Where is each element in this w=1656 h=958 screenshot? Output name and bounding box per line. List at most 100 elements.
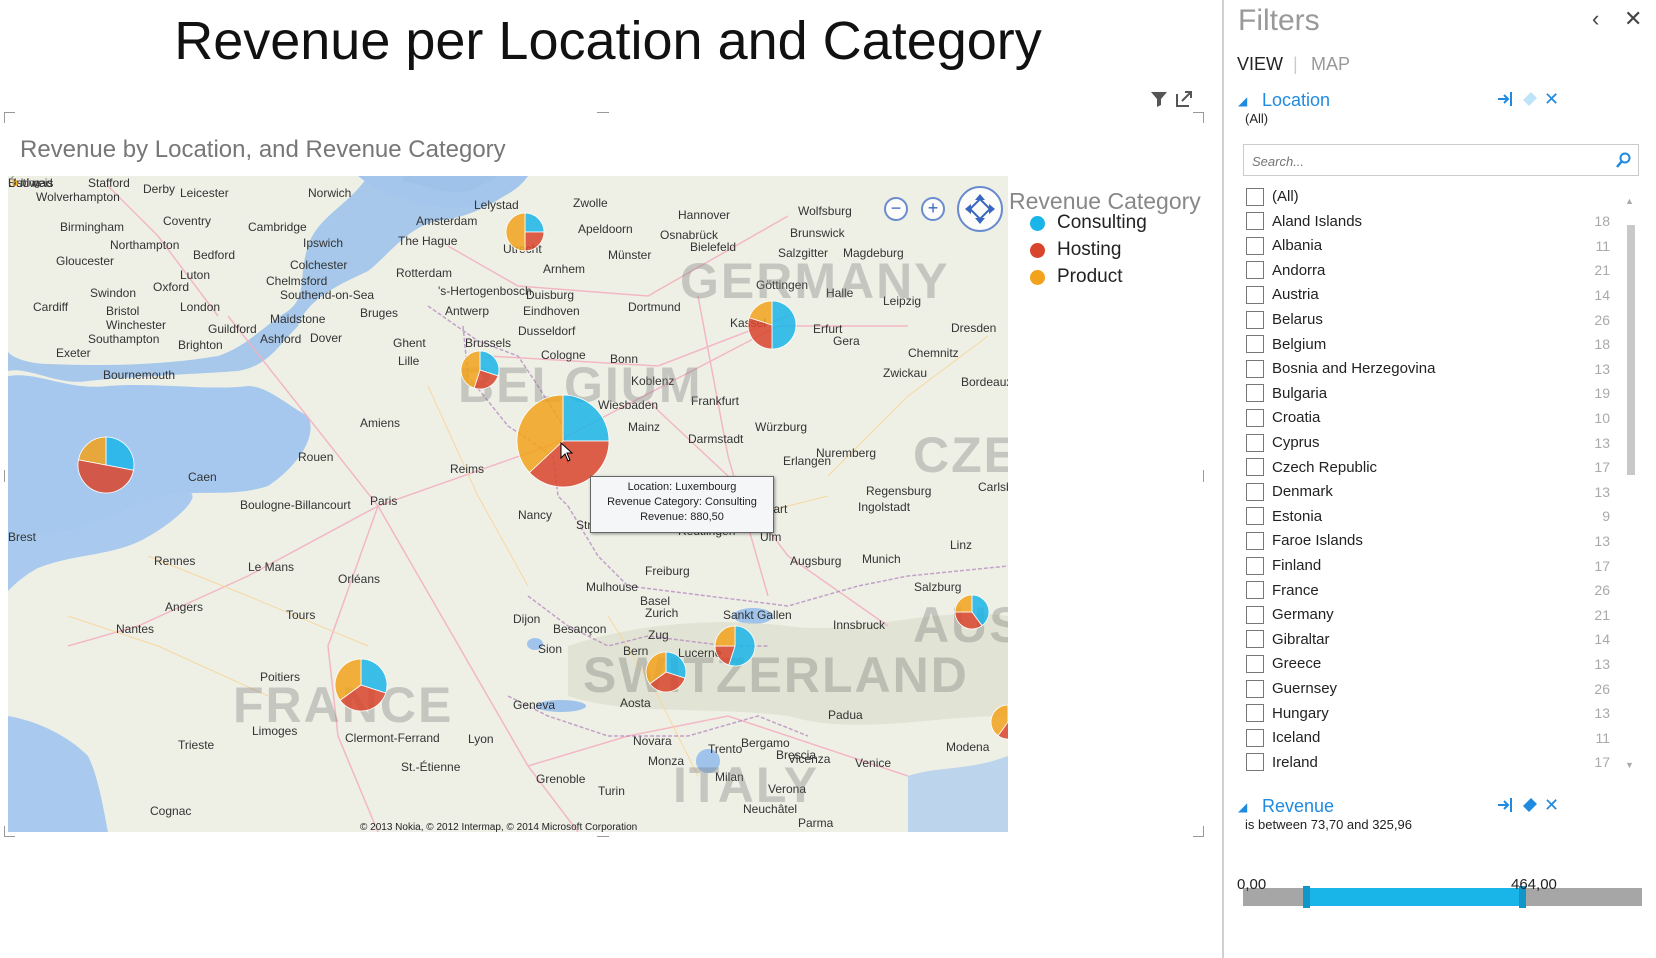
mouse-cursor-icon xyxy=(560,442,574,462)
checkbox[interactable] xyxy=(1246,187,1264,206)
legend-label: Consulting xyxy=(1057,212,1147,233)
checkbox[interactable] xyxy=(1246,507,1264,526)
location-item-label: Germany xyxy=(1272,606,1334,624)
collapse-triangle-icon[interactable]: ◢ xyxy=(1238,94,1247,108)
location-list-item[interactable]: Belgium 18 xyxy=(1240,332,1610,357)
location-search-box[interactable] xyxy=(1243,144,1639,177)
location-list-item[interactable]: Cyprus 13 xyxy=(1240,430,1610,455)
pie-slice[interactable] xyxy=(505,212,526,252)
list-scrollbar-thumb[interactable] xyxy=(1627,225,1635,475)
location-item-count: 10 xyxy=(1594,409,1610,426)
legend-item-hosting[interactable]: Hosting xyxy=(1030,239,1121,261)
pop-out-icon[interactable] xyxy=(1175,90,1193,113)
checkbox[interactable] xyxy=(1246,433,1264,452)
checkbox[interactable] xyxy=(1246,458,1264,477)
location-list-item[interactable]: Bosnia and Herzegovina 13 xyxy=(1240,356,1610,381)
pie-layer xyxy=(77,212,1008,740)
clear-filter-eraser-icon[interactable] xyxy=(1521,90,1539,113)
location-list-item[interactable]: Estonia 9 xyxy=(1240,504,1610,529)
checkbox[interactable] xyxy=(1246,630,1264,649)
legend-label: Product xyxy=(1057,266,1123,287)
location-list-item[interactable]: Belarus 26 xyxy=(1240,307,1610,332)
location-list-item[interactable]: Albania 11 xyxy=(1240,233,1610,258)
revenue-slider-min-handle[interactable] xyxy=(1303,886,1311,908)
resize-handle-right[interactable] xyxy=(1203,470,1204,482)
checkbox[interactable] xyxy=(1246,310,1264,329)
pie-slice[interactable] xyxy=(771,300,797,350)
location-list-item[interactable]: Aland Islands 18 xyxy=(1240,209,1610,234)
location-list-item[interactable]: Greece 13 xyxy=(1240,651,1610,676)
location-list-item[interactable]: Denmark 13 xyxy=(1240,479,1610,504)
checkbox[interactable] xyxy=(1246,359,1264,378)
collapse-pane-button[interactable]: ‹ xyxy=(1592,6,1599,32)
close-pane-button[interactable]: ✕ xyxy=(1624,6,1642,32)
checkbox[interactable] xyxy=(1246,384,1264,403)
legend-item-product[interactable]: Product xyxy=(1030,266,1122,288)
location-list-item[interactable]: Ireland 17 xyxy=(1240,750,1610,775)
checkbox[interactable] xyxy=(1246,408,1264,427)
pie-slice[interactable] xyxy=(562,394,610,442)
location-search-input[interactable] xyxy=(1244,145,1594,177)
pie-slice[interactable] xyxy=(105,436,135,471)
visualization-subtitle: Revenue by Location, and Revenue Categor… xyxy=(20,136,506,163)
location-list-item[interactable]: Bulgaria 19 xyxy=(1240,381,1610,406)
checkbox[interactable] xyxy=(1246,556,1264,575)
checkbox[interactable] xyxy=(1246,285,1264,304)
location-list-item[interactable]: Croatia 10 xyxy=(1240,405,1610,430)
checkbox[interactable] xyxy=(1246,236,1264,255)
location-item-label: Estonia xyxy=(1272,507,1323,525)
checkbox[interactable] xyxy=(1246,261,1264,280)
legend-title: Revenue Category xyxy=(1009,188,1201,214)
location-list-item[interactable]: Andorra 21 xyxy=(1240,258,1610,283)
location-item-label: Guernsey xyxy=(1272,680,1338,697)
location-item-count: 17 xyxy=(1594,459,1610,476)
location-item-count: 11 xyxy=(1595,729,1610,746)
pie-slice[interactable] xyxy=(714,625,736,647)
map-canvas[interactable]: Stafford Derby Leicester Norwich Wolverhampt… xyxy=(8,176,1008,832)
location-list-item[interactable]: Austria 14 xyxy=(1240,282,1610,307)
location-list-item[interactable]: Gibraltar 14 xyxy=(1240,627,1610,652)
revenue-filter-title[interactable]: Revenue xyxy=(1262,796,1334,817)
pie-slice[interactable] xyxy=(524,212,545,233)
resize-handle-top[interactable] xyxy=(597,112,609,113)
scroll-down-icon[interactable]: ▼ xyxy=(1625,760,1634,770)
search-icon[interactable] xyxy=(1616,152,1632,168)
location-list-item[interactable]: Faroe Islands 13 xyxy=(1240,528,1610,553)
location-list-item[interactable]: (All) xyxy=(1240,184,1610,209)
resize-handle-left[interactable] xyxy=(4,470,5,482)
location-list-item[interactable]: Iceland 11 xyxy=(1240,725,1610,750)
location-list-item[interactable]: France 26 xyxy=(1240,578,1610,603)
tab-view[interactable]: VIEW xyxy=(1237,54,1283,75)
checkbox[interactable] xyxy=(1246,212,1264,231)
location-list-item[interactable]: Czech Republic 17 xyxy=(1240,455,1610,480)
scroll-up-icon[interactable]: ▲ xyxy=(1625,196,1634,206)
checkbox[interactable] xyxy=(1246,753,1264,772)
pie-slice[interactable] xyxy=(78,436,107,466)
legend-item-consulting[interactable]: Consulting xyxy=(1030,212,1147,234)
location-list-item[interactable]: Germany 21 xyxy=(1240,602,1610,627)
filter-icon[interactable] xyxy=(1150,90,1168,113)
checkbox[interactable] xyxy=(1246,531,1264,550)
collapse-triangle-icon[interactable]: ◢ xyxy=(1238,800,1247,814)
checkbox[interactable] xyxy=(1246,728,1264,747)
resize-handle-bottom[interactable] xyxy=(597,836,609,837)
delete-filter-close-icon[interactable]: ✕ xyxy=(1544,89,1559,110)
clear-filter-eraser-icon[interactable] xyxy=(1521,796,1539,819)
location-list-item[interactable]: Guernsey 26 xyxy=(1240,676,1610,701)
location-filter-title[interactable]: Location xyxy=(1262,90,1330,111)
pie-slice[interactable] xyxy=(954,594,973,613)
checkbox[interactable] xyxy=(1246,704,1264,723)
checkbox[interactable] xyxy=(1246,581,1264,600)
checkbox[interactable] xyxy=(1246,654,1264,673)
location-list-item[interactable]: Hungary 13 xyxy=(1240,701,1610,726)
location-list-item[interactable]: Finland 17 xyxy=(1240,553,1610,578)
checkbox[interactable] xyxy=(1246,482,1264,501)
tab-map[interactable]: MAP xyxy=(1311,54,1350,75)
filter-mode-icon[interactable] xyxy=(1497,796,1515,819)
pie-slice[interactable] xyxy=(524,231,545,252)
checkbox[interactable] xyxy=(1246,605,1264,624)
delete-filter-close-icon[interactable]: ✕ xyxy=(1544,795,1559,816)
filter-mode-icon[interactable] xyxy=(1497,90,1515,113)
checkbox[interactable] xyxy=(1246,335,1264,354)
checkbox[interactable] xyxy=(1246,679,1264,698)
